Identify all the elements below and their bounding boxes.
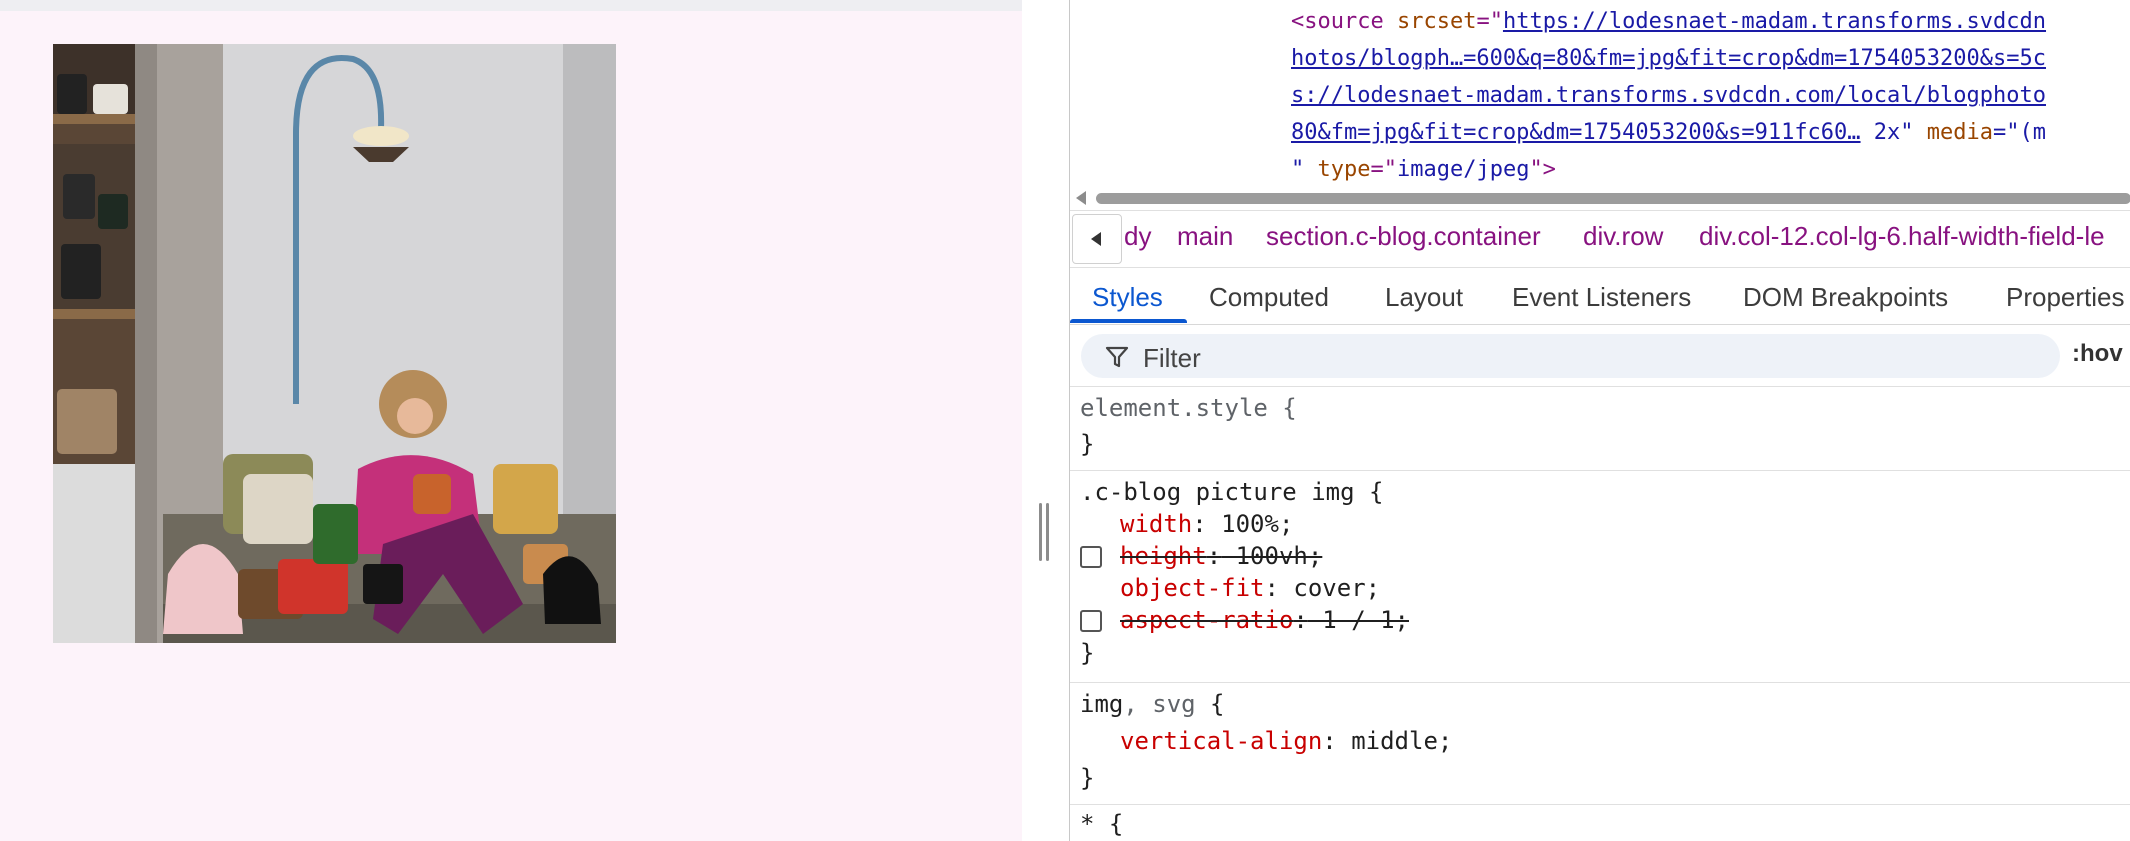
tree-line-2[interactable]: hotos/blogph…=600&q=80&fm=jpg&fit=crop&d… bbox=[1291, 41, 2046, 77]
rule-close: } bbox=[1080, 430, 1095, 458]
rule-c-blog-picture-img: .c-blog picture img { width: 100%; heigh… bbox=[1070, 471, 2130, 683]
breadcrumb-body[interactable]: dy bbox=[1124, 221, 1151, 252]
rule-selector-universal[interactable]: * { bbox=[1080, 808, 1123, 840]
styles-filter-input[interactable] bbox=[1141, 343, 2025, 373]
rule-close: } bbox=[1080, 639, 1095, 667]
decl-vertical-align-prop: vertical-align bbox=[1120, 727, 1323, 755]
scrollbar-thumb[interactable] bbox=[1096, 193, 2130, 204]
selector-img: img bbox=[1080, 690, 1124, 718]
eq-quote: =" bbox=[1476, 9, 1503, 34]
rule-selector-element-style[interactable]: element.style { bbox=[1080, 392, 1297, 424]
decl-aspect-ratio-checkbox[interactable] bbox=[1080, 610, 1102, 632]
decl-object-fit[interactable]: object-fit: cover; bbox=[1120, 572, 1380, 604]
srcset-link-3[interactable]: s://lodesnaet-madam.transforms.svdcdn.co… bbox=[1291, 83, 2046, 108]
media-attr: media bbox=[1913, 120, 1994, 145]
srcset-2x: 2x" bbox=[1860, 120, 1914, 145]
decl-width[interactable]: width: 100%; bbox=[1120, 508, 1293, 540]
srcset-link-4[interactable]: 80&fm=jpg&fit=crop&dm=1754053200&s=911fc… bbox=[1291, 120, 1861, 145]
decl-vertical-align[interactable]: vertical-align: middle; bbox=[1120, 725, 1452, 757]
breadcrumb: dy main section.c-blog.container div.row… bbox=[1070, 210, 2130, 268]
devtools-panel: <source srcset="https://lodesnaet-madam.… bbox=[1069, 0, 2130, 841]
decl-object-fit-prop: object-fit bbox=[1120, 574, 1265, 602]
tab-layout[interactable]: Layout bbox=[1385, 282, 1463, 313]
decl-aspect-ratio-prop: aspect-ratio bbox=[1120, 606, 1294, 634]
decl-height-prop: height bbox=[1120, 542, 1207, 570]
tag-close: "> bbox=[1529, 157, 1556, 182]
decl-object-fit-value: cover; bbox=[1293, 574, 1381, 602]
breadcrumb-col[interactable]: div.col-12.col-lg-6.half-width-field-le bbox=[1699, 221, 2105, 252]
tab-event-listeners[interactable]: Event Listeners bbox=[1512, 282, 1691, 313]
blog-photo-illustration bbox=[53, 44, 616, 643]
tab-computed[interactable]: Computed bbox=[1209, 282, 1329, 313]
selector-svg: , svg bbox=[1123, 690, 1196, 718]
scroll-left-arrow-icon[interactable] bbox=[1076, 191, 1086, 205]
tree-line-3[interactable]: s://lodesnaet-madam.transforms.svdcdn.co… bbox=[1291, 78, 2046, 114]
breadcrumb-main[interactable]: main bbox=[1177, 221, 1233, 252]
close-quote: " bbox=[1291, 157, 1318, 182]
rule-element-style: element.style { } bbox=[1070, 388, 2130, 471]
breadcrumb-row[interactable]: div.row bbox=[1583, 221, 1663, 252]
tab-styles[interactable]: Styles bbox=[1092, 282, 1163, 313]
styles-rules: element.style { } .c-blog picture img { … bbox=[1070, 388, 2130, 841]
rule-universal: * { bbox=[1070, 805, 2130, 841]
active-tab-indicator bbox=[1070, 319, 1187, 323]
blog-photo[interactable] bbox=[53, 44, 616, 643]
decl-width-value: 100%; bbox=[1221, 510, 1294, 538]
decl-height[interactable]: height: 100vh; bbox=[1120, 540, 1322, 572]
element-style-selector: element.style { bbox=[1080, 394, 1297, 422]
filter-funnel-icon bbox=[1105, 346, 1129, 368]
decl-height-checkbox[interactable] bbox=[1080, 546, 1102, 568]
panel-resize-handle[interactable] bbox=[1038, 503, 1050, 561]
rule-selector-img-svg[interactable]: img, svg { bbox=[1080, 688, 1225, 720]
srcset-link-2[interactable]: hotos/blogph…=600&q=80&fm=jpg&fit=crop&d… bbox=[1291, 46, 2046, 71]
rule-selector-c-blog[interactable]: .c-blog picture img { bbox=[1080, 476, 1383, 508]
srcset-link-1[interactable]: https://lodesnaet-madam.transforms.svdcd… bbox=[1503, 9, 2046, 34]
tab-dom-breakpoints[interactable]: DOM Breakpoints bbox=[1743, 282, 1948, 313]
type-eq: =" bbox=[1370, 157, 1397, 182]
filter-row: :hov bbox=[1070, 326, 2130, 387]
hov-toggle[interactable]: :hov bbox=[2072, 340, 2123, 368]
tab-properties[interactable]: Properties bbox=[2006, 282, 2125, 313]
tree-line-5[interactable]: " type="image/jpeg"> bbox=[1291, 152, 1556, 188]
page-top-strip bbox=[0, 0, 1022, 11]
srcset-attr: srcset bbox=[1396, 9, 1477, 34]
horizontal-scrollbar[interactable] bbox=[1070, 188, 2130, 208]
breadcrumb-section[interactable]: section.c-blog.container bbox=[1266, 221, 1541, 252]
type-value: image/jpeg bbox=[1396, 157, 1530, 182]
source-tag: <source bbox=[1291, 9, 1397, 34]
page-viewport bbox=[0, 0, 1022, 841]
decl-height-value: 100vh; bbox=[1221, 542, 1323, 570]
decl-vertical-align-value: middle; bbox=[1351, 727, 1453, 755]
breadcrumb-back-icon[interactable] bbox=[1072, 214, 1122, 264]
filter-box[interactable] bbox=[1081, 334, 2060, 378]
media-value: ="(m bbox=[1993, 120, 2046, 145]
elements-tree: <source srcset="https://lodesnaet-madam.… bbox=[1070, 0, 2130, 188]
rule-img-svg: img, svg { vertical-align: middle; } bbox=[1070, 683, 2130, 805]
devtools-subtabs: Styles Computed Layout Event Listeners D… bbox=[1070, 268, 2130, 325]
split-gap bbox=[1022, 0, 1069, 841]
tree-line-4[interactable]: 80&fm=jpg&fit=crop&dm=1754053200&s=911fc… bbox=[1291, 115, 2046, 151]
decl-aspect-ratio[interactable]: aspect-ratio: 1 / 1; bbox=[1120, 604, 1409, 636]
type-attr: type bbox=[1317, 157, 1371, 182]
tree-line-source[interactable]: <source srcset="https://lodesnaet-madam.… bbox=[1291, 4, 2046, 40]
selector-brace: { bbox=[1195, 690, 1225, 718]
decl-width-prop: width bbox=[1120, 510, 1193, 538]
rule-close: } bbox=[1080, 764, 1095, 792]
decl-aspect-ratio-value: 1 / 1; bbox=[1307, 606, 1409, 634]
